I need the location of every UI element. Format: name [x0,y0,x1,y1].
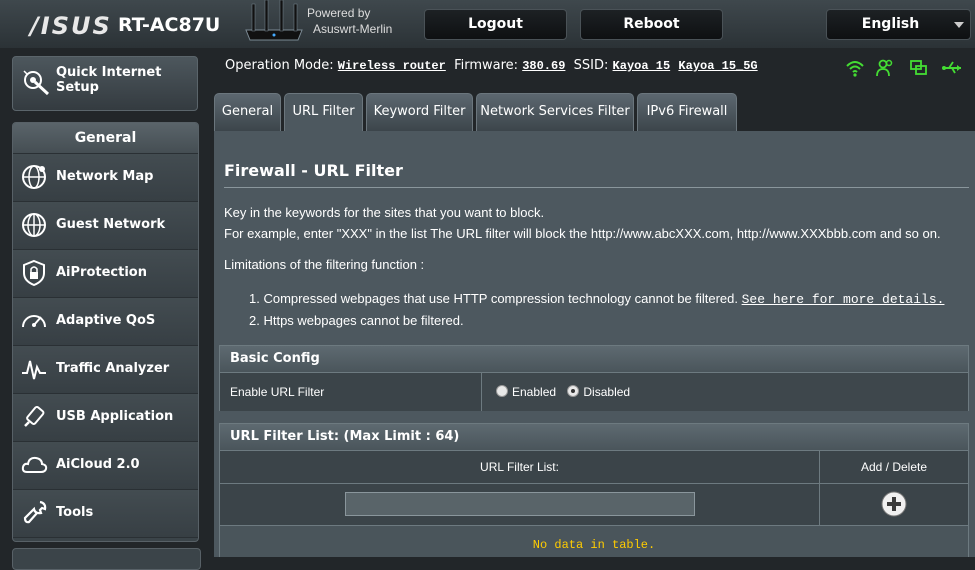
disabled-radio[interactable] [567,385,580,397]
top-header: /ISUS RT-AC87U Powered by Asuswrt-Merlin… [0,0,975,48]
users-icon[interactable] [875,58,895,78]
enabled-radio[interactable] [496,385,508,397]
powered-by-label: Powered by [307,6,371,20]
ssid-link-24g[interactable]: Kayoa 15 [613,59,671,73]
tab-keyword-filter[interactable]: Keyword Filter [366,93,473,131]
tab-general[interactable]: General [214,93,281,131]
table-header-row: URL Filter List: Add / Delete [220,451,968,484]
tab-ipv6-firewall[interactable]: IPv6 Firewall [637,93,737,131]
sidebar-item-label: USB Application [56,409,174,424]
firmware-brand-label: Asuswrt-Merlin [313,22,393,36]
sidebar-item-label: Network Map [56,169,154,184]
basic-config-section: Basic Config Enable URL Filter Enabled D… [219,345,969,411]
asus-logo: /ISUS [30,12,112,40]
column-header-add-delete: Add / Delete [860,460,928,474]
network-icon[interactable] [909,58,929,78]
logout-button[interactable]: Logout [424,9,567,40]
usb-icon [24,405,45,427]
sidebar-item-aicloud[interactable]: AiCloud 2.0 [13,442,198,490]
wifi-icon[interactable] [845,58,865,78]
title-divider [224,187,969,188]
description-line-2: For example, enter "XXX" in the list The… [224,226,941,241]
shield-lock-icon [23,259,45,287]
router-icon [245,0,303,41]
sidebar-item-label: AiCloud 2.0 [56,457,140,472]
add-entry-button[interactable] [881,491,907,517]
globe-icon [22,213,46,237]
sidebar-item-traffic-analyzer[interactable]: Traffic Analyzer [13,346,198,394]
network-map-icon [22,165,46,189]
sidebar-item-label: Traffic Analyzer [56,361,170,376]
traffic-analyzer-icon [22,360,46,380]
ssid-link-5g[interactable]: Kayoa 15_5G [678,59,757,73]
sidebar-item-aiprotection[interactable]: AiProtection [13,250,198,298]
tab-url-filter[interactable]: URL Filter [284,93,363,131]
quick-setup-label: Quick Internet Setup [56,65,162,95]
limitation-item-2: 2. Https webpages cannot be filtered. [249,313,464,328]
reboot-button[interactable]: Reboot [580,9,723,40]
url-filter-list-heading: URL Filter List: (Max Limit : 64) [220,424,968,451]
speedometer-icon [22,315,46,328]
table-input-row [220,484,968,526]
sidebar-item-label: Guest Network [56,217,166,232]
quick-internet-setup-button[interactable]: Quick Internet Setup [12,56,198,111]
sidebar-item-tools[interactable]: Tools [13,490,198,538]
url-filter-list-section: URL Filter List: (Max Limit : 64) URL Fi… [219,423,969,557]
sidebar-item-label: AiProtection [56,265,147,280]
content-panel: Firewall - URL Filter Key in the keyword… [214,131,975,557]
enable-url-filter-row: Enable URL Filter Enabled Disabled [220,373,968,411]
basic-config-heading: Basic Config [220,346,968,373]
language-select[interactable]: English [826,9,971,40]
firmware-label: Firmware: [454,58,519,73]
disabled-radio-label[interactable]: Disabled [583,385,630,399]
limitations-title: Limitations of the filtering function : [224,257,425,272]
limitation-text: 1. Compressed webpages that use HTTP com… [249,291,738,306]
column-divider [819,484,820,525]
sidebar-item-usb-application[interactable]: USB Application [13,394,198,442]
table-empty-row: No data in table. [220,526,968,557]
chevron-down-icon [954,22,964,28]
see-details-link[interactable]: See here for more details. [742,292,945,307]
sidebar-item-label: Adaptive QoS [56,313,156,328]
firmware-link[interactable]: 380.69 [522,59,565,73]
empty-table-message: No data in table. [532,538,656,552]
description-line-1: Key in the keywords for the sites that y… [224,205,545,220]
enabled-radio-label[interactable]: Enabled [512,385,556,399]
page-title: Firewall - URL Filter [224,161,403,180]
status-bar: Operation Mode: Wireless router Firmware… [225,58,758,73]
sidebar-menu: General Network Map Guest Network AiProt… [12,122,199,542]
sidebar-item-adaptive-qos[interactable]: Adaptive QoS [13,298,198,346]
sidebar-menu-title: General [13,123,198,154]
limitation-item-1: 1. Compressed webpages that use HTTP com… [249,291,944,307]
enable-url-filter-label: Enable URL Filter [220,373,482,411]
language-value: English [861,16,920,32]
sidebar-item-label: Tools [56,505,94,520]
cloud-icon [21,456,48,473]
sidebar-item-network-map[interactable]: Network Map [13,154,198,202]
router-model: RT-AC87U [118,14,221,36]
operation-mode-label: Operation Mode: [225,58,334,73]
usb-status-icon[interactable] [941,58,963,78]
operation-mode-link[interactable]: Wireless router [338,59,446,73]
wrench-icon [23,500,47,524]
sidebar-item-guest-network[interactable]: Guest Network [13,202,198,250]
ssid-label: SSID: [573,58,609,73]
setup-wand-icon [23,70,50,96]
tab-network-services-filter[interactable]: Network Services Filter [476,93,634,131]
enable-url-filter-options: Enabled Disabled [496,373,638,411]
column-header-url: URL Filter List: [220,451,820,483]
url-filter-input[interactable] [345,492,695,516]
sidebar-advanced-section [12,548,201,570]
